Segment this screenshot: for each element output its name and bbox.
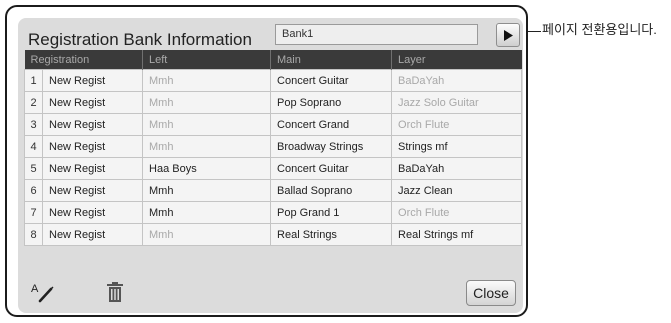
registration-cell: New Regist	[41, 135, 144, 158]
callout-annotation: 페이지 전환용입니다.	[542, 22, 657, 37]
table-header-row: Registration Left Main Layer	[24, 50, 522, 70]
row-number: 2	[24, 91, 43, 114]
registration-cell: New Regist	[41, 179, 144, 202]
table-row[interactable]: 8 New Regist Mmh Real Strings Real Strings m…	[24, 223, 523, 246]
left-voice-cell: Mmh	[142, 113, 272, 136]
registration-bank-info-dialog: Registration Bank Information Bank1 Regi…	[18, 18, 523, 313]
delete-button[interactable]	[107, 282, 123, 307]
svg-text:A: A	[31, 283, 39, 295]
page-switch-button[interactable]	[496, 23, 520, 47]
layer-voice-cell: Strings mf	[391, 135, 523, 158]
left-voice-cell: Mmh	[142, 91, 272, 114]
registration-cell: New Regist	[41, 113, 144, 136]
main-voice-cell: Broadway Strings	[270, 135, 393, 158]
row-number: 1	[24, 69, 43, 92]
registration-cell: New Regist	[41, 157, 144, 180]
registration-cell: New Regist	[41, 91, 144, 114]
left-voice-cell: Haa Boys	[142, 157, 272, 180]
registration-cell: New Regist	[41, 69, 144, 92]
row-number: 8	[24, 223, 43, 246]
row-number: 3	[24, 113, 43, 136]
registration-cell: New Regist	[41, 201, 144, 224]
dialog-title: Registration Bank Information	[28, 30, 252, 49]
layer-voice-cell: Orch Flute	[391, 113, 523, 136]
main-voice-cell: Concert Guitar	[270, 69, 393, 92]
column-header-registration: Registration	[24, 50, 144, 70]
column-header-left: Left	[142, 50, 272, 70]
table-row[interactable]: 3 New Regist Mmh Concert Grand Orch Flute	[24, 113, 523, 136]
table-row[interactable]: 1 New Regist Mmh Concert Guitar BaDaYah	[24, 69, 523, 92]
table-row[interactable]: 6 New Regist Mmh Ballad Soprano Jazz Clean	[24, 179, 523, 202]
main-voice-cell: Pop Soprano	[270, 91, 393, 114]
left-voice-cell: Mmh	[142, 201, 272, 224]
column-header-layer: Layer	[391, 50, 522, 70]
close-button[interactable]: Close	[466, 280, 516, 306]
left-voice-cell: Mmh	[142, 179, 272, 202]
layer-voice-cell: Orch Flute	[391, 201, 523, 224]
row-number: 6	[24, 179, 43, 202]
layer-voice-cell: Real Strings mf	[391, 223, 523, 246]
callout-line	[528, 31, 541, 32]
table-row[interactable]: 7 New Regist Mmh Pop Grand 1 Orch Flute	[24, 201, 523, 224]
table-row[interactable]: 5 New Regist Haa Boys Concert Guitar BaDaYah	[24, 157, 523, 180]
left-voice-cell: Mmh	[142, 69, 272, 92]
row-number: 7	[24, 201, 43, 224]
layer-voice-cell: BaDaYah	[391, 69, 523, 92]
rename-button[interactable]: A	[31, 281, 57, 308]
layer-voice-cell: Jazz Solo Guitar	[391, 91, 523, 114]
main-voice-cell: Concert Grand	[270, 113, 393, 136]
left-voice-cell: Mmh	[142, 135, 272, 158]
row-number: 4	[24, 135, 43, 158]
main-voice-cell: Real Strings	[270, 223, 393, 246]
row-number: 5	[24, 157, 43, 180]
table-row[interactable]: 4 New Regist Mmh Broadway Strings Strings mf	[24, 135, 523, 158]
main-voice-cell: Concert Guitar	[270, 157, 393, 180]
layer-voice-cell: Jazz Clean	[391, 179, 523, 202]
layer-voice-cell: BaDaYah	[391, 157, 523, 180]
play-triangle-icon	[503, 29, 513, 41]
main-voice-cell: Pop Grand 1	[270, 201, 393, 224]
column-header-main: Main	[270, 50, 393, 70]
registration-cell: New Regist	[41, 223, 144, 246]
left-voice-cell: Mmh	[142, 223, 272, 246]
bank-name-field: Bank1	[275, 24, 478, 45]
device-screen: Registration Bank Information Bank1 Regi…	[5, 5, 528, 317]
rename-icon: A	[31, 283, 54, 303]
main-voice-cell: Ballad Soprano	[270, 179, 393, 202]
table-row[interactable]: 2 New Regist Mmh Pop Soprano Jazz Solo Guita…	[24, 91, 523, 114]
trash-icon	[107, 282, 123, 302]
registration-table: Registration Left Main Layer 1 New Regist…	[24, 50, 523, 246]
